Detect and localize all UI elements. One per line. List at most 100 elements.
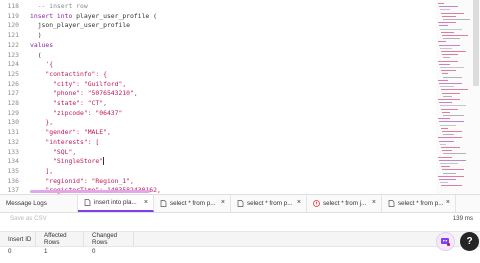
minimap-line [442,150,452,152]
code-token: '{ [30,60,54,69]
tab[interactable]: select * from p... × [231,195,307,212]
code-line[interactable]: "SQL", [30,147,76,157]
code-line[interactable]: }, [30,117,53,127]
sql-editor[interactable]: 118 119 120 121 122 123 124 125 126 127 128 129 130 1… [0,0,480,194]
code-line[interactable]: ) [30,30,42,40]
code-token: json_player_user_profile [30,21,131,30]
text-cursor [103,157,105,166]
tab-label: select * from p... [398,200,444,207]
close-icon[interactable]: × [144,199,148,206]
tab-active[interactable]: insert into pla... × [78,195,154,212]
minimap-line [441,166,450,168]
line-number: 134 [7,157,19,166]
assistant-button[interactable] [436,232,455,251]
code-line[interactable]: "state": "CT", [30,98,107,108]
minimap-line [438,79,448,81]
code-line[interactable]: "zipcode": "06437" [30,108,122,118]
code-line[interactable]: "gender": "MALE", [30,127,110,137]
minimap-line [438,99,460,100]
tab[interactable]: select * from p... × [382,195,456,212]
code-line[interactable]: -- insert row [30,1,88,11]
minimap-line [440,9,450,11]
code-line[interactable]: "interests": [ [30,137,99,147]
line-number: 129 [7,108,19,117]
code-line[interactable]: ( [30,50,42,60]
code-token: insert into [30,11,77,20]
minimap-line [442,111,450,113]
line-number: 132 [7,137,19,146]
code-line[interactable]: "phone": "5076543210", [30,88,138,98]
minimap-line [441,108,458,110]
minimap-line [439,159,466,161]
minimap-line [443,95,452,97]
minimap-line [441,127,448,129]
line-number-gutter: 118 119 120 121 122 123 124 125 126 127 128 129 130 1… [0,0,22,194]
column-header-changed-rows[interactable]: Changed Rows [84,232,134,246]
minimap-line [440,182,448,184]
code-token: "phone": "5076543210", [30,89,138,98]
code-line[interactable]: values [30,40,53,50]
line-number: 135 [7,166,19,175]
code-line[interactable]: "SingleStore" [30,156,105,166]
minimap-line [440,105,466,107]
minimap-line [439,44,460,46]
minimap-line [438,118,450,120]
code-token: "state": "CT", [30,99,107,107]
code-token: "contactinfo": { [30,69,107,78]
code-line[interactable]: "city": "Guilford", [30,79,126,89]
help-button[interactable]: ? [460,232,479,251]
chat-bot-icon [441,238,450,246]
tab[interactable]: select * from p... × [154,195,231,212]
line-number: 126 [7,79,19,88]
column-header-affected-rows[interactable]: Affected Rows [36,232,84,246]
minimap-line [440,28,462,30]
minimap-line [442,73,448,75]
code-token: }, [30,118,54,127]
execution-time: 139 ms [452,215,473,222]
close-icon[interactable]: × [372,199,376,206]
results-table-header: Insert ID Affected Rows Changed Rows [0,231,480,247]
horizontal-scrollbar[interactable] [30,190,150,193]
minimap-line [442,131,462,132]
minimap-line [439,25,448,27]
close-icon[interactable]: × [221,199,225,206]
line-number: 128 [7,99,19,107]
tab-label: select * from p... [247,200,293,207]
save-as-csv-button[interactable]: Save as CSV [10,215,47,222]
code-token: "SingleStore" [30,157,104,166]
tab[interactable]: Message Logs [0,195,78,212]
line-number: 130 [7,118,19,127]
code-line[interactable]: json_player_user_profile [30,20,130,30]
code-token: "regionid": "Region_1", [30,176,134,185]
code-line[interactable]: "contactinfo": { [30,69,107,79]
tab-label: Message Logs [6,200,47,207]
close-icon[interactable]: × [297,199,301,206]
minimap-line [439,83,462,84]
code-token: "city": "Guilford", [30,79,127,88]
minimap-line [439,121,464,123]
minimap-line [443,134,454,136]
code-token: "SQL", [30,147,77,156]
tab-label: insert into pla... [94,199,137,206]
minimap-line [442,169,464,171]
minimap-line [439,179,456,180]
code-token: values [30,40,54,49]
code-line[interactable]: insert into player_user_profile ( [30,11,157,21]
column-header-insert-id[interactable]: Insert ID [0,232,36,246]
file-icon [237,200,244,207]
minimap-line [442,54,458,56]
code-line[interactable]: ], [30,166,53,176]
close-icon[interactable]: × [446,199,450,206]
minimap-line [438,3,444,4]
minimap-line [442,35,468,36]
code-line[interactable]: "regionid": "Region_1", [30,176,134,186]
line-number: 127 [7,89,19,98]
tab[interactable]: select * from j... × [307,195,382,212]
minimap-line [442,92,460,94]
line-number: 131 [7,128,19,137]
minimap-line [438,156,452,158]
code-token: "interests": [ [30,137,100,146]
minimap-line [443,19,470,20]
vertical-scrollbar[interactable] [473,0,479,86]
code-line[interactable]: '{ [30,59,53,69]
